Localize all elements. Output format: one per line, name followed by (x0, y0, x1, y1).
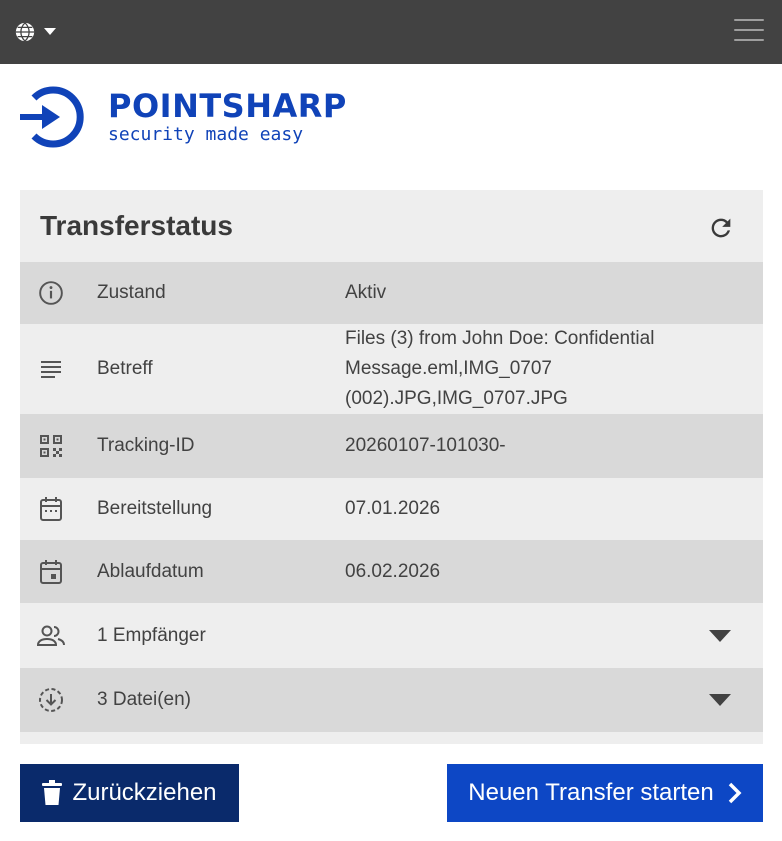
status-row: Zustand Aktiv (20, 262, 763, 324)
withdraw-button[interactable]: Zurückziehen (20, 764, 239, 822)
recipients-row[interactable]: 1 Empfänger (20, 603, 763, 668)
download-circle-icon (37, 686, 65, 714)
withdraw-label: Zurückziehen (72, 779, 217, 806)
top-bar (0, 0, 782, 64)
chevron-down-icon[interactable] (709, 629, 731, 643)
transfer-status-panel: Transferstatus Zustand Aktiv Betreff Fil… (20, 190, 763, 744)
hamburger-icon[interactable] (734, 16, 764, 44)
files-row[interactable]: 3 Datei(en) (20, 668, 763, 732)
new-transfer-label: Neuen Transfer starten (468, 779, 714, 806)
trash-icon (42, 780, 63, 805)
calendar-icon (37, 495, 65, 523)
subject-row: Betreff Files (3) from John Doe: Confide… (20, 324, 763, 414)
logo-subtitle: security made easy (108, 124, 304, 145)
row-label: Betreff (97, 358, 153, 379)
start-new-transfer-button[interactable]: Neuen Transfer starten (447, 764, 763, 822)
subject-icon (37, 355, 65, 383)
row-value: 20260107-101030- (345, 435, 506, 456)
row-value: Aktiv (345, 282, 387, 303)
pointsharp-mark-icon (20, 86, 84, 148)
refresh-icon[interactable] (707, 214, 735, 242)
people-icon (37, 622, 65, 650)
row-label: Zustand (97, 282, 166, 303)
row-label: 3 Datei(en) (97, 689, 191, 710)
row-label: 1 Empfänger (97, 624, 206, 646)
logo-title: POINTSHARP (108, 87, 347, 125)
row-value: 07.01.2026 (345, 498, 441, 519)
pointsharp-logo: POINTSHARP security made easy (20, 82, 380, 152)
chevron-right-icon (728, 782, 742, 804)
panel-header: Transferstatus (20, 190, 763, 262)
qr-code-icon (37, 432, 65, 460)
panel-title: Transferstatus (40, 210, 233, 241)
globe-icon (15, 22, 35, 42)
expiry-date-row: Ablaufdatum 06.02.2026 (20, 540, 763, 603)
caret-down-icon (44, 28, 56, 35)
tracking-row: Tracking-ID 20260107-101030- (20, 414, 763, 478)
language-selector[interactable] (14, 18, 60, 46)
row-label: Ablaufdatum (97, 560, 204, 582)
provision-date-row: Bereitstellung 07.01.2026 (20, 478, 763, 540)
row-value: 06.02.2026 (345, 560, 441, 582)
event-icon (37, 558, 65, 586)
row-label: Bereitstellung (97, 498, 213, 519)
row-label: Tracking-ID (97, 435, 195, 456)
info-icon (37, 279, 65, 307)
chevron-down-icon[interactable] (709, 693, 731, 707)
row-value: Files (3) from John Doe: Confidential Me… (345, 328, 655, 409)
